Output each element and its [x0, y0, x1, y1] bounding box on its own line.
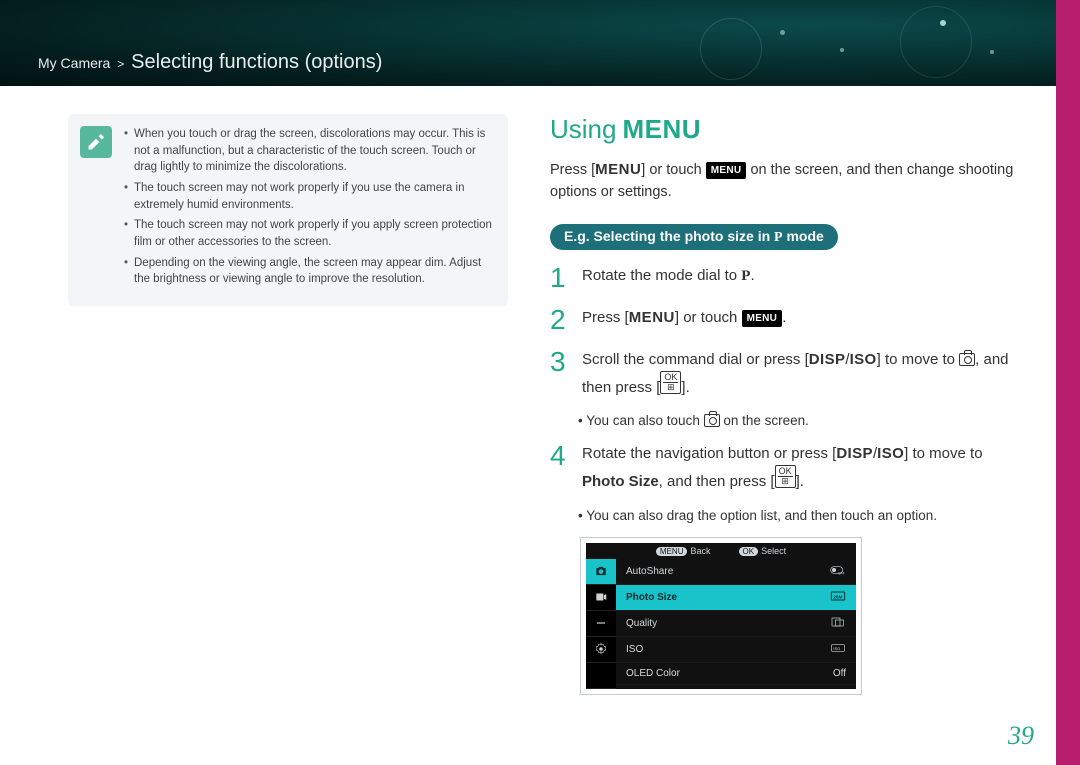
section-heading: Using MENU	[550, 114, 1026, 145]
tab-settings-icon	[586, 637, 616, 663]
step-number: 1	[550, 264, 568, 292]
step-2: 2 Press [MENU] or touch MENU.	[550, 306, 1026, 334]
breadcrumb-section: My Camera	[38, 55, 110, 71]
tab-video-icon	[586, 585, 616, 611]
ok-button-icon: OK⊞	[660, 371, 681, 394]
svg-text:20M: 20M	[833, 594, 842, 599]
step-4-note: • You can also drag the option list, and…	[578, 508, 1026, 523]
toggle-off-icon: OFF	[830, 564, 846, 579]
page-header: My Camera > Selecting functions (options…	[0, 0, 1080, 86]
note-item: When you touch or drag the screen, disco…	[124, 126, 492, 176]
note-icon	[80, 126, 112, 158]
step-4: 4 Rotate the navigation button or press …	[550, 442, 1026, 494]
menu-button-hard: MENU	[595, 161, 641, 178]
menu-row-oledcolor: OLED Color Off	[616, 663, 856, 685]
note-item: Depending on the viewing angle, the scre…	[124, 255, 492, 288]
tab-camera-icon	[586, 559, 616, 585]
menu-row-photosize: Photo Size 20M	[616, 585, 856, 611]
page-number: 39	[1008, 721, 1034, 751]
step-1: 1 Rotate the mode dial to P.	[550, 264, 1026, 292]
step-number: 3	[550, 348, 568, 400]
menu-row-quality: Quality	[616, 611, 856, 637]
tab-blank	[586, 663, 616, 689]
note-list: When you touch or drag the screen, disco…	[124, 126, 492, 292]
menu-touch-icon: MENU	[742, 310, 783, 328]
quality-icon	[830, 616, 846, 631]
chevron-right-icon: >	[117, 57, 124, 71]
screenshot-statusbar: MENUBack OKSelect	[586, 543, 856, 559]
menu-row-autoshare: AutoShare OFF	[616, 559, 856, 585]
svg-text:OFF: OFF	[838, 571, 845, 575]
note-box: When you touch or drag the screen, disco…	[68, 114, 508, 306]
screenshot-menu-list: AutoShare OFF Photo Size 20M Quality ISO…	[616, 559, 856, 689]
step-number: 2	[550, 306, 568, 334]
size-icon: 20M	[830, 590, 846, 605]
step-3: 3 Scroll the command dial or press [DISP…	[550, 348, 1026, 400]
breadcrumb: My Camera > Selecting functions (options…	[38, 51, 382, 74]
step-3-note: • You can also touch on the screen.	[578, 413, 1026, 428]
ok-button-icon: OK⊞	[775, 465, 796, 488]
intro-text: Press [MENU] or touch MENU on the screen…	[550, 159, 1026, 204]
menu-button-hard: MENU	[629, 309, 675, 326]
menu-touch-icon: MENU	[706, 162, 747, 179]
camera-screenshot: MENUBack OKSelect AutoShare OFF	[580, 537, 862, 695]
breadcrumb-page: Selecting functions (options)	[131, 51, 382, 73]
menu-label: MENU	[622, 114, 701, 145]
heading-prefix: Using	[550, 114, 616, 145]
tab-custom-icon	[586, 611, 616, 637]
note-item: The touch screen may not work properly i…	[124, 180, 492, 213]
camera-icon	[959, 353, 975, 366]
step-number: 4	[550, 442, 568, 494]
screenshot-tabs	[586, 559, 616, 689]
menu-row-iso: ISO ISO	[616, 637, 856, 663]
section-color-bar	[1056, 0, 1080, 765]
iso-icon: ISO	[830, 642, 846, 657]
svg-text:ISO: ISO	[833, 646, 840, 651]
note-item: The touch screen may not work properly i…	[124, 217, 492, 250]
camera-icon	[704, 414, 720, 427]
example-pill: E.g. Selecting the photo size in P mode	[550, 224, 838, 250]
